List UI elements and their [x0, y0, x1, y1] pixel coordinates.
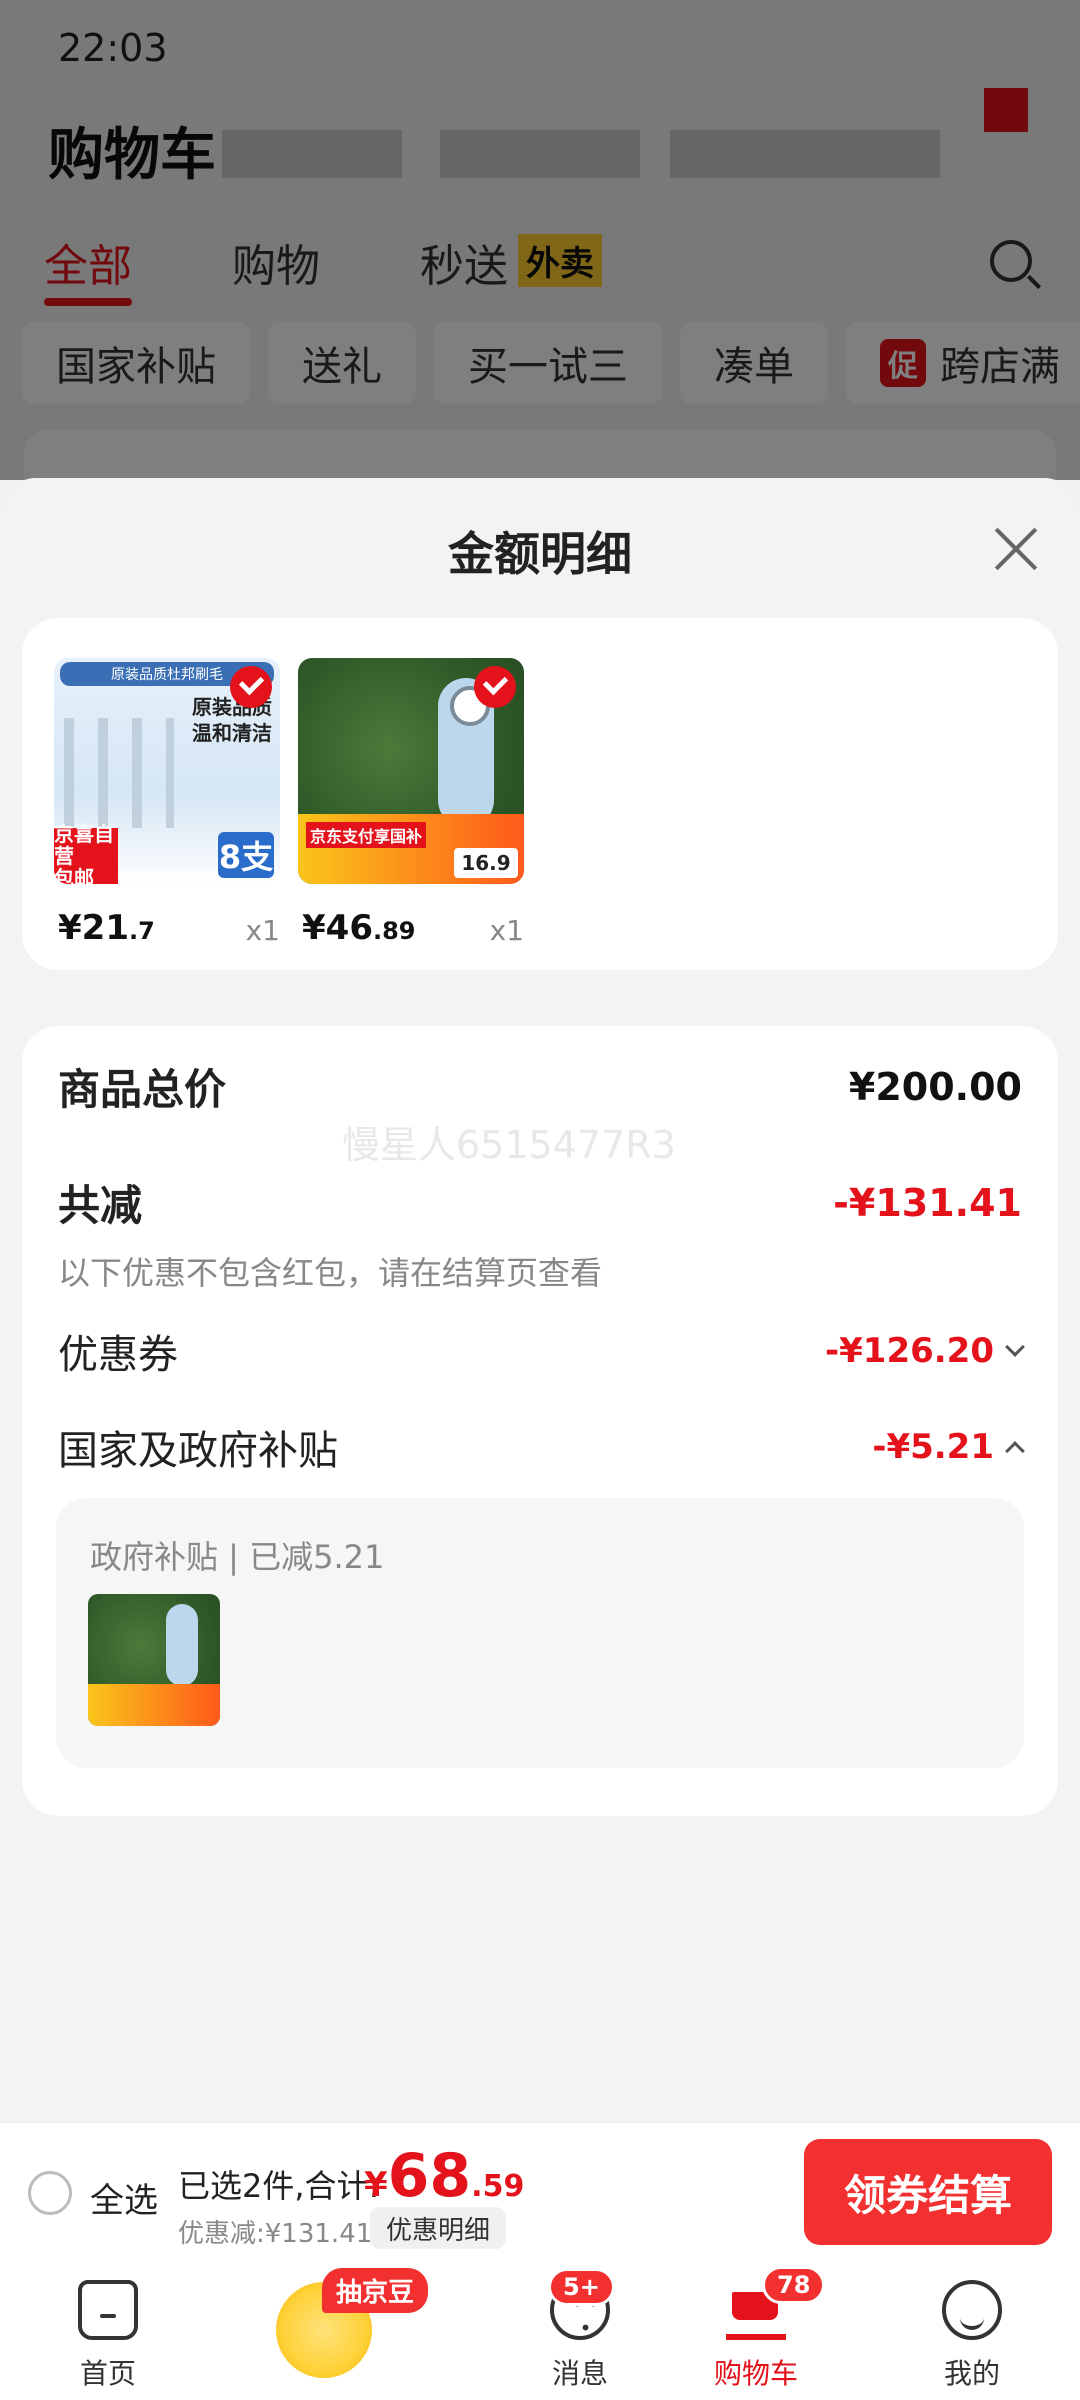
home-icon: [78, 2280, 138, 2340]
free-shipping-tag: 京喜自营 包邮: [54, 823, 118, 884]
product-price: ¥21.7: [58, 908, 155, 948]
subsidy-value: -¥5.21: [872, 1427, 1025, 1467]
cart-badge: 78: [762, 2266, 826, 2304]
coupon-label: 优惠券: [58, 1332, 178, 1378]
tab-home-label: 首页: [79, 2357, 136, 2390]
tab-me[interactable]: 我的: [892, 2262, 1052, 2400]
subsidy-detail-text: 政府补贴 | 已减5.21: [90, 1538, 385, 1576]
products-card: 原装品质杜邦刷毛 原装品质 温和清洁 京喜自营 包邮 8支 ¥21.7 x1 京…: [22, 618, 1058, 970]
chevron-up-icon: [1005, 1441, 1025, 1461]
bottom-tabbar: 首页 消息 购物车 我的: [0, 2262, 1080, 2400]
select-all-radio[interactable]: [28, 2171, 72, 2215]
brush-heads-image: [64, 718, 174, 828]
product-item[interactable]: 京东支付享国补 16.9 ¥46.89 x1: [298, 658, 524, 948]
reduce-label: 共减: [58, 1181, 143, 1230]
selected-check-icon: [474, 666, 516, 708]
dim-overlay[interactable]: [0, 0, 1080, 480]
total-label: 商品总价: [58, 1065, 227, 1114]
subsidy-row[interactable]: 国家及政府补贴 -¥5.21: [58, 1418, 1025, 1476]
reduce-value: -¥131.41: [833, 1180, 1022, 1225]
count-badge: 8支: [218, 832, 274, 878]
selected-count: 已选2件,合计:: [178, 2167, 380, 2205]
thumb-price: 16.9: [454, 848, 518, 878]
discount-detail-button[interactable]: 优惠明细: [370, 2207, 507, 2249]
discount-note: 以下优惠不包含红包，请在结算页查看: [58, 1254, 603, 1292]
select-all-label[interactable]: 全选: [90, 2173, 158, 2222]
checkout-button[interactable]: 领券结算: [804, 2139, 1052, 2245]
selected-check-icon: [230, 666, 272, 708]
product-quantity: x1: [489, 914, 524, 947]
user-icon: [942, 2280, 1002, 2340]
message-badge: 5+: [548, 2268, 615, 2306]
chevron-down-icon: [1005, 1337, 1025, 1357]
subsidy-product-image: [88, 1594, 220, 1726]
amount-detail-sheet: 金额明细 原装品质杜邦刷毛 原装品质 温和清洁 京喜自营 包邮 8支 ¥21.7…: [0, 478, 1080, 2122]
checkout-bar: 全选 已选2件,合计: ¥68.59 优惠减:¥131.41 优惠明细 领券结算: [0, 2122, 1080, 2262]
tab-messages-label: 消息: [551, 2357, 608, 2390]
tab-me-label: 我的: [943, 2357, 1000, 2390]
product-quantity: x1: [245, 914, 280, 947]
tab-cart-label: 购物车: [713, 2357, 798, 2390]
close-icon[interactable]: [992, 526, 1038, 572]
subsidy-label: 国家及政府补贴: [58, 1428, 338, 1474]
coupon-row[interactable]: 优惠券 -¥126.20: [58, 1322, 1025, 1380]
beans-badge: 抽京豆: [322, 2268, 429, 2313]
reduce-row: 共减 -¥131.41: [58, 1172, 1022, 1233]
total-amount: ¥68.59: [364, 2141, 525, 2211]
coupon-value: -¥126.20: [825, 1331, 1025, 1371]
product-image: 京东支付享国补 16.9: [298, 658, 524, 884]
total-row: 商品总价 ¥200.00: [58, 1056, 1022, 1117]
summary-card: 慢星人6515477R3 商品总价 ¥200.00 共减 -¥131.41 以下…: [22, 1026, 1058, 1816]
product-image: 原装品质杜邦刷毛 原装品质 温和清洁 京喜自营 包邮 8支: [54, 658, 280, 884]
tab-home[interactable]: 首页: [28, 2262, 188, 2400]
sheet-title: 金额明细: [448, 527, 632, 581]
product-item[interactable]: 原装品质杜邦刷毛 原装品质 温和清洁 京喜自营 包邮 8支 ¥21.7 x1: [54, 658, 280, 948]
subsidy-detail-box: 政府补贴 | 已减5.21: [56, 1498, 1024, 1768]
discount-amount: 优惠减:¥131.41: [178, 2219, 373, 2249]
watermark: 慢星人6515477R3: [342, 1123, 676, 1167]
total-value: ¥200.00: [848, 1064, 1022, 1109]
product-price: ¥46.89: [302, 908, 416, 948]
